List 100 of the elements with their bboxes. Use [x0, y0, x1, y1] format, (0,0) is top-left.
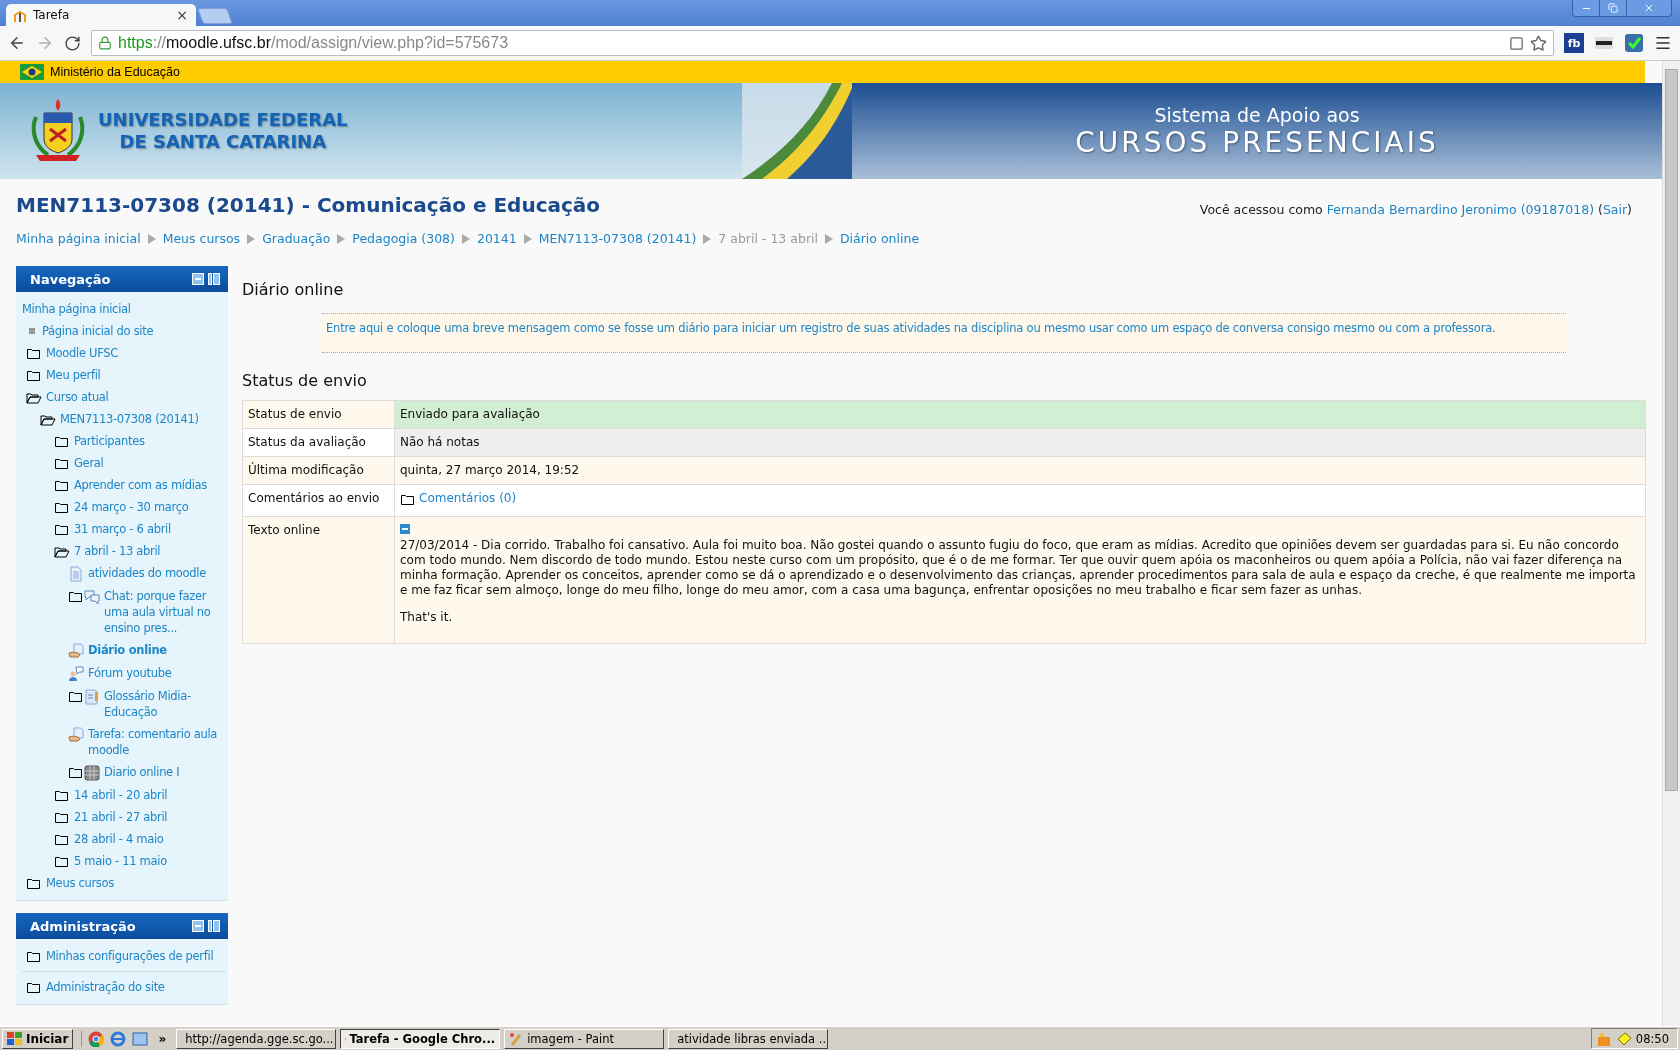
nav-link[interactable]: Fórum youtube	[88, 665, 172, 681]
clock: 08:50	[1635, 1031, 1669, 1046]
breadcrumb-link[interactable]: Graduação	[262, 231, 331, 246]
nav-link[interactable]: 24 março - 30 março	[74, 499, 189, 515]
nav-link[interactable]: 28 abril - 4 maio	[74, 831, 164, 847]
logout-link[interactable]: Sair	[1602, 202, 1628, 217]
dock-icon[interactable]	[208, 920, 220, 932]
block-title: Navegação	[30, 271, 112, 287]
nav-link[interactable]: Participantes	[74, 433, 145, 449]
extension-button[interactable]: fb	[1564, 33, 1584, 53]
grid-icon	[84, 765, 100, 781]
folder-icon	[26, 980, 42, 994]
flag-icon	[20, 64, 44, 80]
start-button[interactable]: Iniciar	[2, 1028, 74, 1049]
folder-open-icon	[40, 412, 56, 426]
journal-paragraph: 27/03/2014 - Dia corrido. Trabalho foi cansativo. Aula foi muito boa. Não gostei quando o assunto fugiu do foco, que eram as mídias. Acredito que opiniões devem ser guardadas para si. Eu não concordo com todo mundo. Nem discordo de todo mundo. Estou neste curso com um propósito, que é o de me formar. Ter que ouvir quem apóia os maconheiros ou quem apóia a Polícia, não vai fazer diferença na minha formação. Aprender os conceitos, aprender como se dá o aprendizado e o desenvolvimento das crianças, aprender procedimentos para sala de aula e espaço da creche, é que realmente me importa e me faz ficar sem almoço, longe do meu filho, longe do meu amor, com a casa uma bagunça, enfrentar oposições no meu trabalho e ficar sem fazer as unhas.	[400, 537, 1637, 598]
system-title: CURSOS PRESENCIAIS	[1075, 125, 1439, 159]
folder-icon	[26, 346, 42, 360]
ministry-label[interactable]: Ministério da Educação	[50, 65, 180, 79]
breadcrumb-link[interactable]: Meus cursos	[162, 231, 241, 246]
block-title: Administração	[30, 918, 137, 934]
close-icon[interactable]	[1643, 2, 1655, 14]
note-icon[interactable]	[1615, 1030, 1632, 1047]
nav-link[interactable]: Meu perfil	[46, 367, 101, 383]
nav-link[interactable]: Minhas configurações de perfil	[46, 948, 214, 964]
nav-link[interactable]: Administração do site	[46, 979, 165, 995]
nav-link[interactable]: Tarefa: comentario aula moodle	[88, 726, 226, 758]
star-icon[interactable]	[1530, 34, 1547, 52]
table-cell: Status da avaliação	[242, 428, 395, 457]
breadcrumb-link[interactable]: 20141	[476, 231, 517, 246]
menu-icon[interactable]	[1654, 34, 1672, 52]
collapse-icon[interactable]	[192, 273, 204, 285]
comments-link[interactable]: Comentários (0)	[419, 491, 517, 506]
nav-link[interactable]: 5 maio - 11 maio	[74, 853, 167, 869]
nav-link[interactable]: Meus cursos	[46, 875, 114, 891]
tab-title: Tarefa	[33, 8, 71, 22]
desktop-icon[interactable]	[132, 1030, 149, 1047]
folder-icon	[68, 589, 84, 603]
university-name: DE SANTA CATARINA	[119, 131, 327, 153]
table-cell: Status de envio	[242, 400, 395, 429]
mask-icon[interactable]	[1594, 36, 1614, 50]
scrollbar-thumb[interactable]	[1665, 69, 1678, 791]
folder-open-icon	[26, 390, 42, 404]
table-cell: Texto online	[242, 516, 395, 643]
separator-icon	[703, 233, 712, 244]
folder-icon	[54, 832, 70, 846]
nav-link[interactable]: atividades do moodle	[88, 565, 206, 581]
speech-bubbles-icon	[84, 589, 100, 605]
checkmark-icon[interactable]	[1624, 33, 1644, 53]
nav-link[interactable]: Minha página inicial	[22, 301, 131, 317]
nav-link[interactable]: Diario online I	[104, 764, 180, 780]
nav-link[interactable]: MEN7113-07308 (20141)	[60, 411, 199, 427]
section-heading: Status de envio	[242, 371, 368, 390]
intro-text: Entre aqui e coloque uma breve mensagem como se fosse um diário para iniciar um registro de suas atividades na disciplina ou mesmo usar como um espaço de conversa consigo mesmo ou com a professora.	[322, 313, 1566, 353]
breadcrumb-link[interactable]: MEN7113-07308 (20141)	[538, 231, 697, 246]
folder-open-icon	[54, 544, 70, 558]
more-button[interactable]: »	[158, 1031, 167, 1046]
new-tab-button[interactable]	[197, 8, 233, 24]
taskbar-task[interactable]: imagem - Paint	[504, 1028, 665, 1049]
taskbar-task[interactable]: atividade libras enviada ...	[668, 1028, 829, 1049]
hand-document-icon	[68, 727, 84, 743]
user-link[interactable]: Fernanda Bernardino Jeronimo (09187018)	[1326, 202, 1594, 217]
table-cell: Não há notas	[394, 428, 1646, 457]
reload-icon[interactable]	[64, 34, 81, 52]
nav-link[interactable]: Moodle UFSC	[46, 345, 119, 361]
activity-heading: Diário online	[242, 280, 345, 299]
taskbar-task[interactable]: Tarefa - Google Chro...	[340, 1028, 501, 1049]
taskbar-task[interactable]: http://agenda.gge.sc.go...	[176, 1028, 337, 1049]
browser-e-icon[interactable]	[110, 1030, 127, 1047]
nav-link[interactable]: Página inicial do site	[42, 323, 154, 339]
scrollbar[interactable]	[1662, 61, 1680, 1026]
table-cell: Enviado para avaliação	[394, 400, 1646, 429]
nav-link[interactable]: 14 abril - 20 abril	[74, 787, 168, 803]
browser-tab[interactable]: Tarefa ×	[6, 4, 196, 26]
nav-link[interactable]: Curso atual	[46, 389, 109, 405]
nav-link[interactable]: 21 abril - 27 abril	[74, 809, 168, 825]
breadcrumb-link[interactable]: Minha página inicial	[16, 231, 141, 246]
nav-link[interactable]: 31 março - 6 abril	[74, 521, 171, 537]
nav-link[interactable]: Glossário Midia-Educação	[104, 688, 226, 720]
dock-icon[interactable]	[208, 273, 220, 285]
nav-link[interactable]: Diário online	[88, 642, 167, 658]
nav-link[interactable]: Chat: porque fazer uma aula virtual no ensino pres...	[104, 588, 226, 636]
nav-link[interactable]: 7 abril - 13 abril	[74, 543, 161, 559]
folder-icon	[54, 478, 70, 492]
address-bar[interactable]: https://moodle.ufsc.br/mod/assign/view.php?id=575673	[91, 30, 1554, 56]
restore-icon[interactable]	[1608, 3, 1618, 13]
tab-close-button[interactable]: ×	[176, 7, 188, 23]
back-icon[interactable]	[8, 34, 26, 52]
nav-link[interactable]: Aprender com as mídias	[74, 477, 207, 493]
paint-brush-icon	[509, 1031, 524, 1046]
tablet-icon[interactable]	[1509, 35, 1524, 51]
collapse-icon[interactable]	[400, 523, 410, 534]
breadcrumb-link[interactable]: Pedagogia (308)	[352, 231, 455, 246]
hand-document-icon	[68, 643, 84, 659]
collapse-icon[interactable]	[192, 920, 204, 932]
nav-link[interactable]: Geral	[74, 455, 104, 471]
breadcrumb-link[interactable]: Diário online	[839, 231, 920, 246]
forward-icon[interactable]	[36, 34, 54, 52]
breadcrumb-text: 7 abril - 13 abril	[718, 231, 818, 246]
login-info: Você acessou como Fernanda Bernardino Jeronimo (09187018) (Sair)	[1199, 202, 1632, 217]
